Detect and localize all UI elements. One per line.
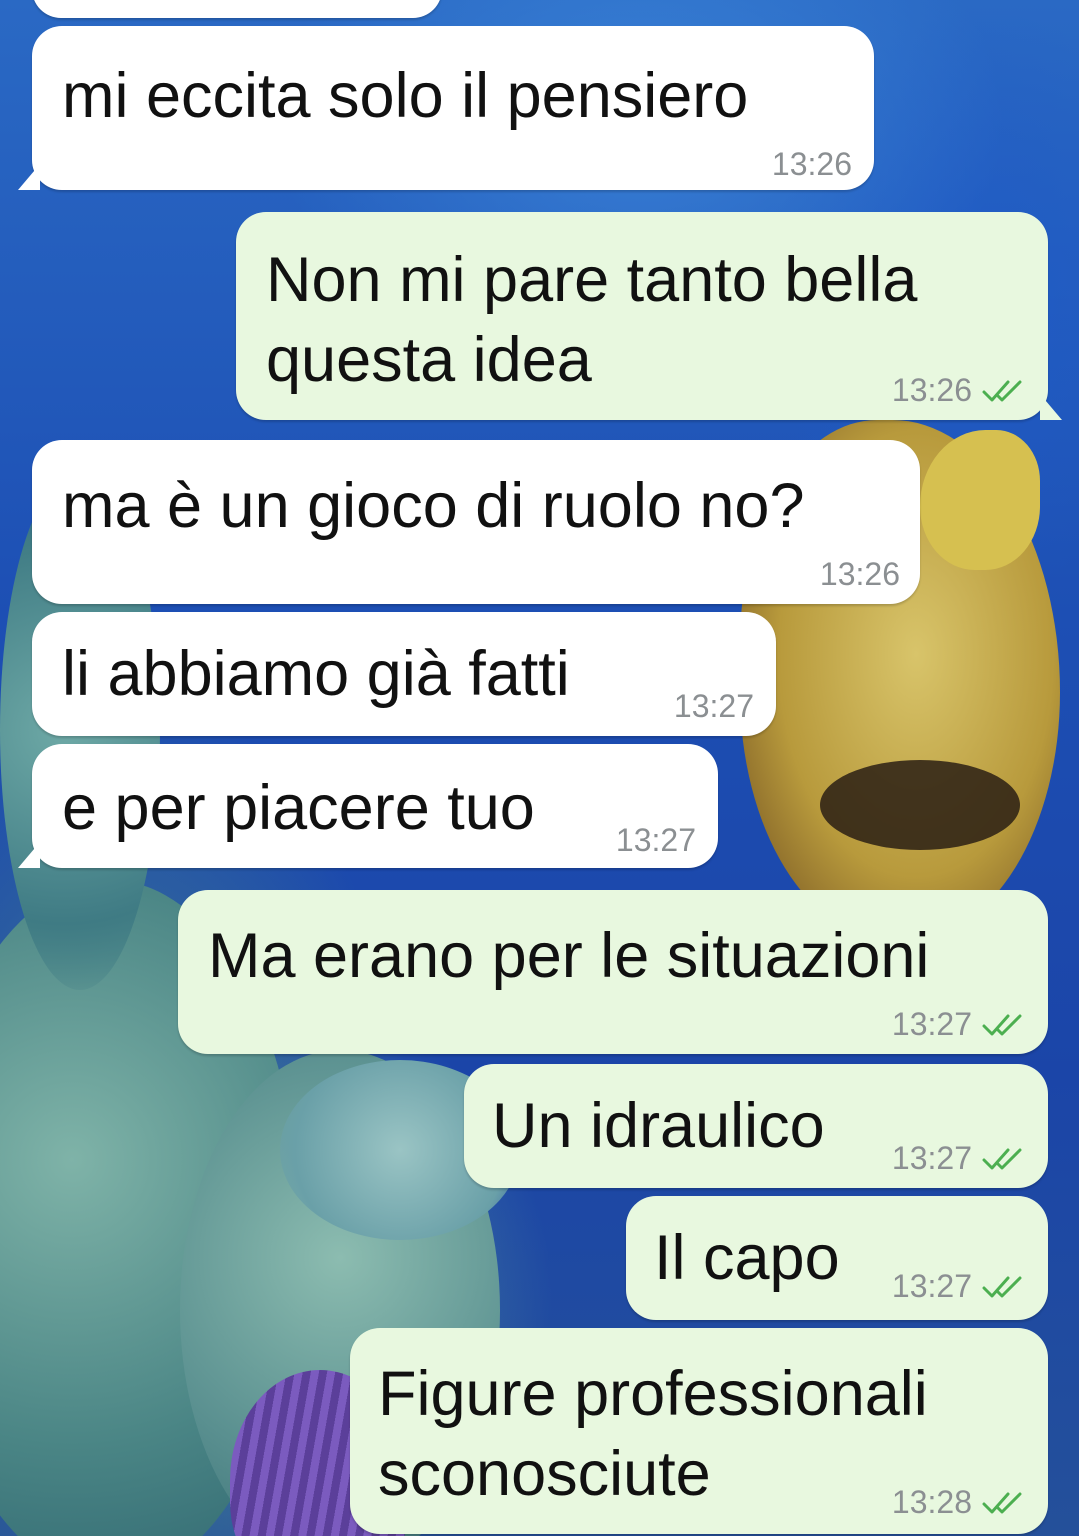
message-bubble-outgoing[interactable]: Un idraulico 13:27 (464, 1064, 1048, 1188)
message-text: li abbiamo già fatti (62, 639, 570, 709)
double-check-icon (982, 1014, 1022, 1036)
message-time: 13:26 (819, 556, 900, 592)
message-text: Figure professionali sconosciute (378, 1359, 928, 1509)
message-text: e per piacere tuo (62, 773, 535, 843)
message-bubble-incoming[interactable]: ma è un gioco di ruolo no? 13:26 (32, 440, 920, 604)
message-bubble-incoming[interactable]: mi eccita solo il pensiero 13:26 (18, 26, 874, 190)
double-check-icon (982, 1148, 1022, 1170)
message-text: ma è un gioco di ruolo no? (62, 471, 805, 541)
message-text: Il capo (654, 1223, 840, 1293)
message-bubble-outgoing[interactable]: Figure professionali sconosciute 13:28 (350, 1328, 1048, 1534)
message-bubble-outgoing[interactable]: Il capo 13:27 (626, 1196, 1048, 1320)
message-bubble-partial[interactable] (32, 0, 442, 18)
message-text: Un idraulico (492, 1091, 825, 1161)
chat-message-list[interactable]: mi eccita solo il pensiero 13:26 Non mi … (0, 0, 1079, 1536)
double-check-icon (982, 1492, 1022, 1514)
bubble-tail (1040, 394, 1062, 420)
message-time: 13:27 (673, 688, 754, 724)
message-bubble-outgoing[interactable]: Non mi pare tanto bella questa idea 13:2… (236, 212, 1062, 420)
message-bubble-incoming[interactable]: e per piacere tuo 13:27 (18, 744, 718, 868)
message-time: 13:26 (771, 146, 852, 182)
message-bubble-incoming[interactable]: li abbiamo già fatti 13:27 (32, 612, 776, 736)
message-time: 13:27 (615, 822, 696, 858)
bubble-tail (18, 164, 40, 190)
message-text: Non mi pare tanto bella questa idea (266, 245, 918, 395)
message-bubble-outgoing[interactable]: Ma erano per le situazioni 13:27 (178, 890, 1048, 1054)
message-time: 13:28 (891, 1484, 972, 1520)
double-check-icon (982, 1276, 1022, 1298)
message-time: 13:26 (891, 372, 972, 408)
double-check-icon (982, 380, 1022, 402)
message-time: 13:27 (891, 1140, 972, 1176)
message-text: mi eccita solo il pensiero (62, 61, 749, 131)
message-text: Ma erano per le situazioni (208, 921, 930, 991)
bubble-tail (18, 842, 40, 868)
message-time: 13:27 (891, 1006, 972, 1042)
message-time: 13:27 (891, 1268, 972, 1304)
